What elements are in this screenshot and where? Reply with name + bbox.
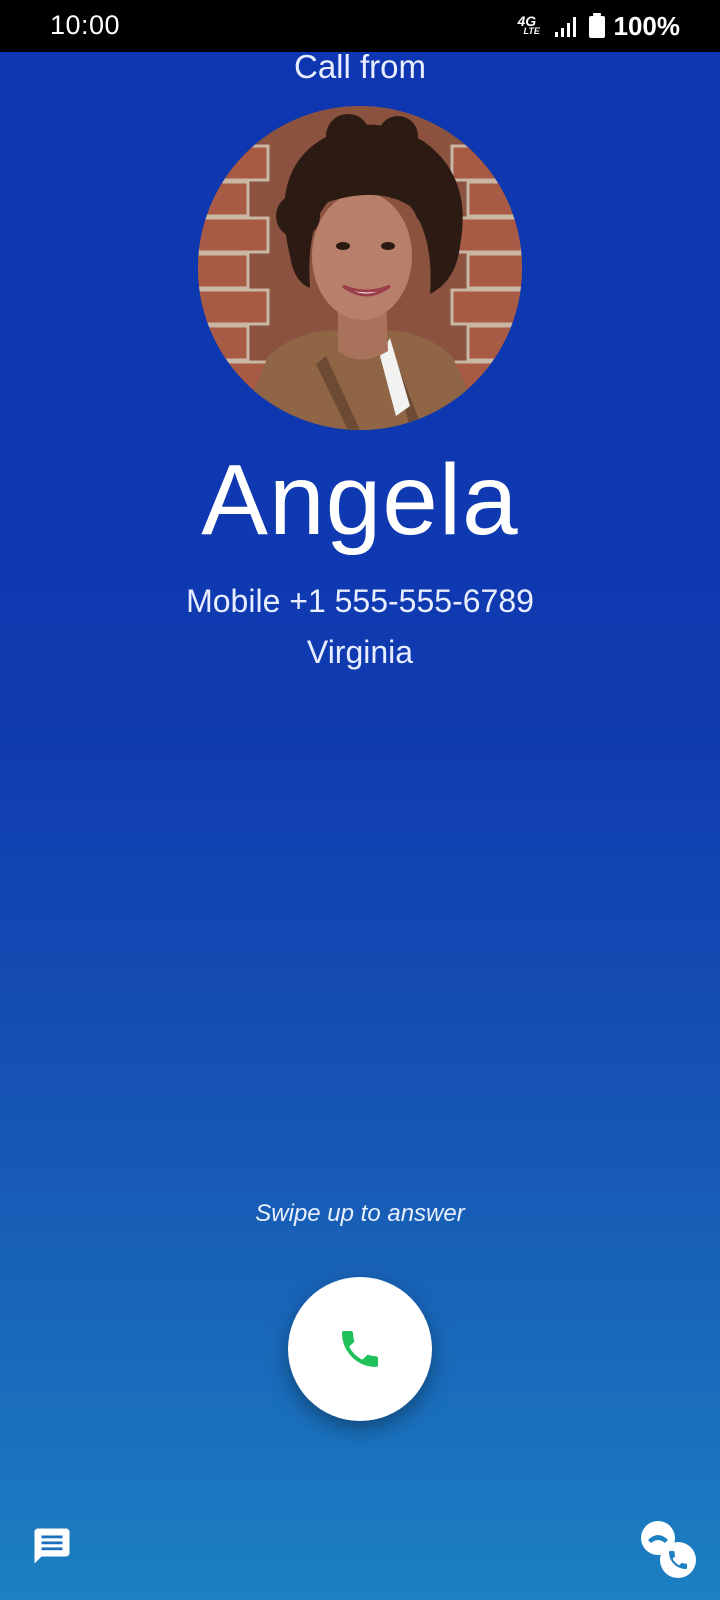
swipe-hint: Swipe up to answer <box>255 1200 465 1227</box>
incoming-call-screen: 10:00 4G LTE 100% Call from Angela Mobil… <box>0 0 720 1600</box>
caller-photo <box>198 106 522 430</box>
call-forward-icon <box>641 1521 696 1578</box>
answer-call-button[interactable] <box>288 1277 432 1421</box>
battery-percent: 100% <box>613 10 681 41</box>
caller-avatar <box>198 106 522 430</box>
battery-icon <box>588 13 605 38</box>
message-icon <box>34 1528 70 1564</box>
reply-with-message-button[interactable] <box>30 1524 74 1568</box>
call-header: Call from <box>293 48 427 85</box>
signal-icon <box>554 17 576 37</box>
caller-name: Angela <box>201 444 519 556</box>
caller-number: Mobile +1 555-555-6789 <box>186 583 534 619</box>
phone-icon <box>342 1331 378 1367</box>
4g-lte-icon: 4G LTE <box>518 13 546 39</box>
status-bar: 10:00 4G LTE 100% <box>0 0 720 52</box>
call-forward-button[interactable] <box>636 1518 700 1582</box>
status-time: 10:00 <box>50 10 121 40</box>
status-icons: 4G LTE 100% <box>518 10 681 41</box>
caller-location: Virginia <box>306 634 414 670</box>
network-type-sub: LTE <box>523 26 540 36</box>
